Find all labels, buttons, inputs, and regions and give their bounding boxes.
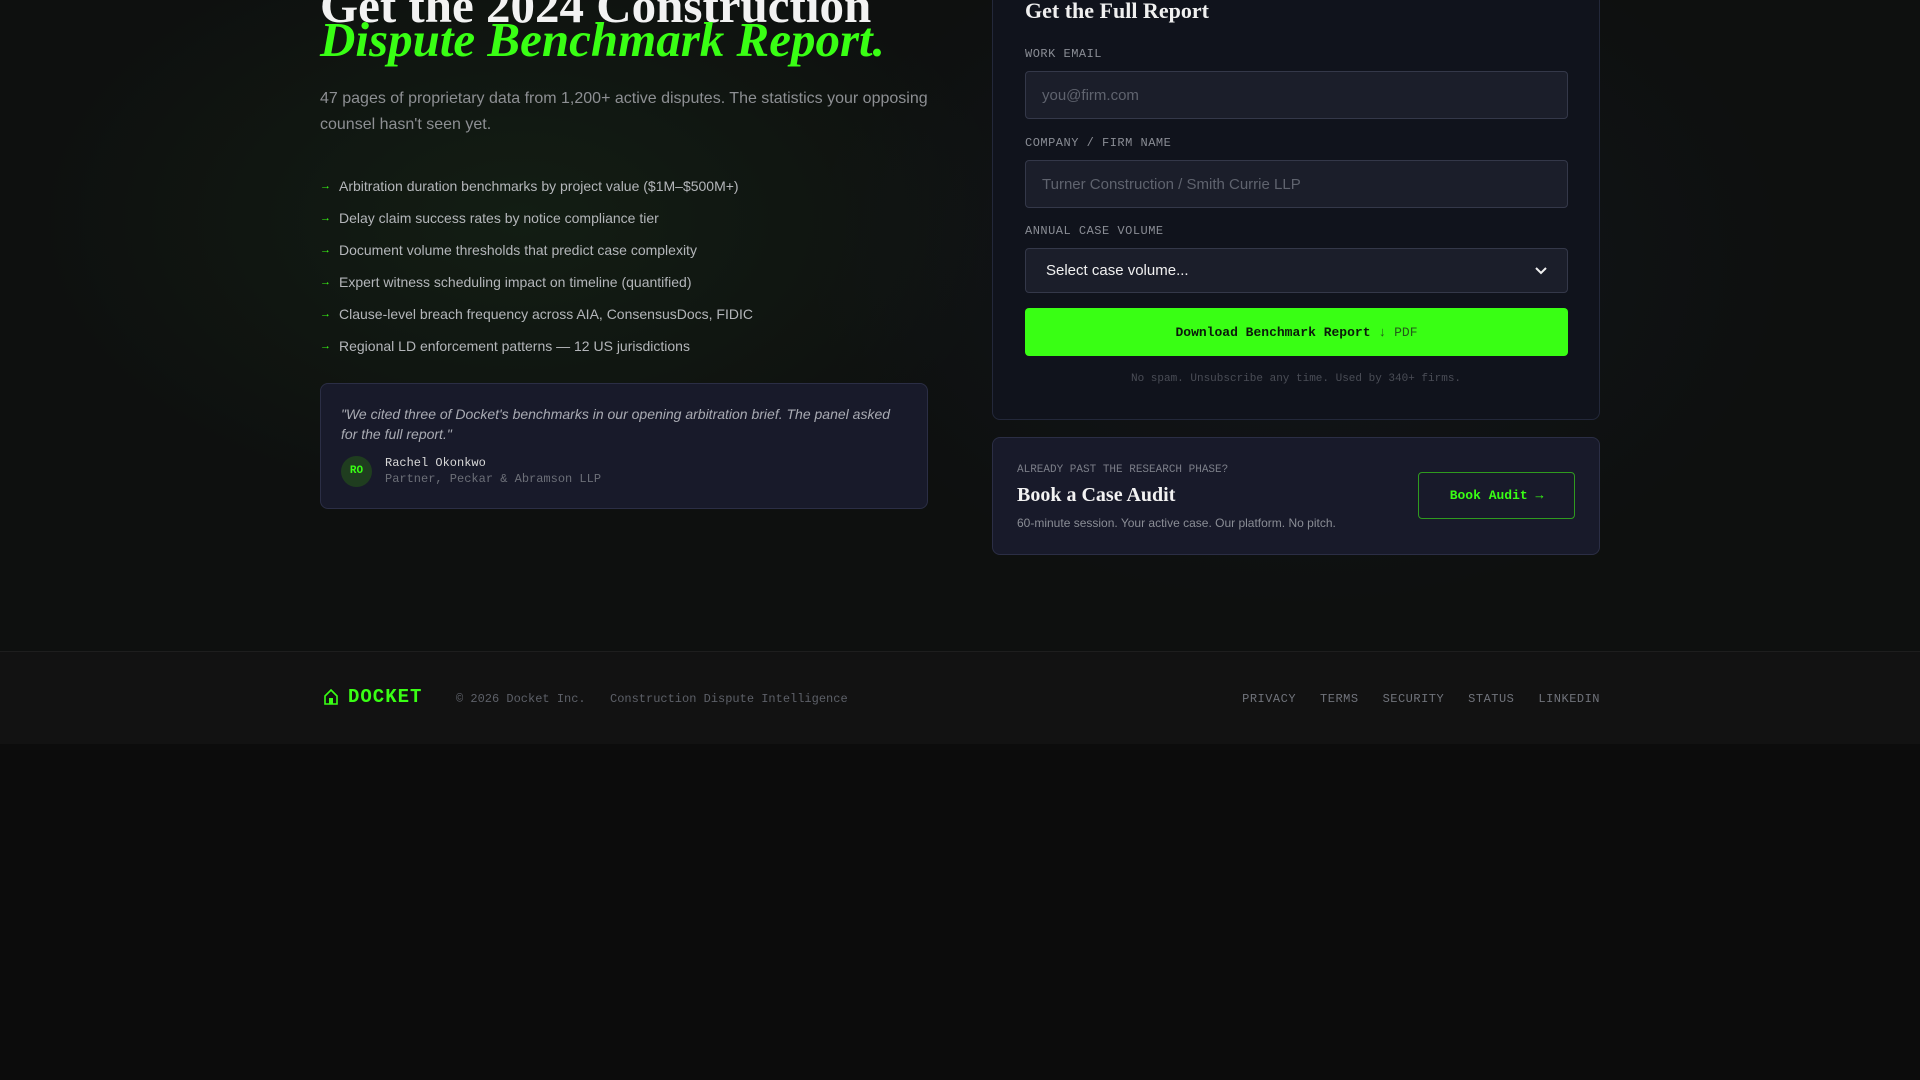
list-item-text: Document volume thresholds that predict … xyxy=(339,242,697,258)
hero-section xyxy=(0,0,1920,651)
brand-name: DOCKET xyxy=(348,686,423,708)
audit-kicker: ALREADY PAST THE RESEARCH PHASE? xyxy=(1017,464,1229,476)
avatar: RO xyxy=(341,455,372,487)
footer: DOCKET © 2026 Docket Inc. Construction D… xyxy=(0,651,1920,744)
list-item-text: Expert witness scheduling impact on time… xyxy=(339,274,692,290)
list-item: → Delay claim success rates by notice com… xyxy=(320,202,753,234)
footer-link-linkedin[interactable]: LINKEDIN xyxy=(1538,692,1600,706)
company-label: COMPANY / FIRM NAME xyxy=(1025,136,1172,150)
arrow-right-icon: → xyxy=(320,276,331,288)
arrow-right-icon: → xyxy=(320,308,331,320)
book-audit-button[interactable]: Book Audit → xyxy=(1418,472,1575,519)
arrow-right-icon: → xyxy=(320,244,331,256)
footer-link-privacy[interactable]: PRIVACY xyxy=(1242,692,1296,706)
hero-description: 47 pages of proprietary data from 1,200+… xyxy=(320,90,928,133)
list-item: → Regional LD enforcement patterns — 12 U… xyxy=(320,330,753,362)
footer-link-terms[interactable]: TERMS xyxy=(1320,692,1359,706)
list-item-text: Clause-level breach frequency across AIA… xyxy=(339,306,753,322)
house-icon xyxy=(324,689,338,705)
list-item: → Expert witness scheduling impact on tim… xyxy=(320,266,753,298)
author-details: Rachel Okonkwo Partner, Peckar & Abramso… xyxy=(385,455,601,487)
footer-logo[interactable]: DOCKET xyxy=(324,686,422,708)
list-item: → Document volume thresholds that predict… xyxy=(320,234,753,266)
audit-subtitle: 60-minute session. Your active case. Our… xyxy=(1017,516,1336,530)
case-volume-select[interactable]: Select case volume... xyxy=(1025,248,1568,293)
footer-link-status[interactable]: STATUS xyxy=(1468,692,1514,706)
arrow-right-icon: → xyxy=(320,212,331,224)
arrow-right-icon: → xyxy=(320,180,331,192)
author-role: Partner, Peckar & Abramson LLP xyxy=(385,472,602,486)
list-item-text: Regional LD enforcement patterns — 12 US… xyxy=(339,338,690,354)
list-item-text: Arbitration duration benchmarks by proje… xyxy=(339,178,739,194)
copyright: © 2026 Docket Inc. xyxy=(456,692,586,706)
list-item-text: Delay claim success rates by notice comp… xyxy=(339,210,659,226)
testimonial-quote: "We cited three of Docket's benchmarks i… xyxy=(341,406,891,442)
case-volume-label: ANNUAL CASE VOLUME xyxy=(1025,224,1164,238)
testimonial-card: "We cited three of Docket's benchmarks i… xyxy=(320,383,928,509)
email-label: WORK EMAIL xyxy=(1025,47,1103,61)
download-pdf-label: ↓ PDF xyxy=(1378,324,1418,340)
testimonial-author: RO Rachel Okonkwo Partner, Peckar & Abra… xyxy=(341,455,601,487)
company-field[interactable] xyxy=(1025,160,1568,208)
page-title-accent: Dispute Benchmark Report. xyxy=(320,12,885,67)
chevron-down-icon xyxy=(1535,266,1547,274)
form-disclaimer: No spam. Unsubscribe any time. Used by 3… xyxy=(1130,373,1462,385)
footer-nav: PRIVACY TERMS SECURITY STATUS LINKEDIN xyxy=(1218,692,1600,706)
list-item: → Arbitration duration benchmarks by proj… xyxy=(320,170,753,202)
download-report-button[interactable]: Download Benchmark Report ↓ PDF xyxy=(1025,308,1568,356)
download-button-label: Download Benchmark Report xyxy=(1175,324,1371,340)
form-title: Get the Full Report xyxy=(1025,0,1209,23)
list-item: → Clause-level breach frequency across AI… xyxy=(320,298,753,330)
case-audit-card: ALREADY PAST THE RESEARCH PHASE? Book a … xyxy=(992,437,1600,555)
email-field[interactable] xyxy=(1025,71,1568,119)
case-volume-selected: Select case volume... xyxy=(1046,262,1189,279)
arrow-right-icon: → xyxy=(320,340,331,352)
report-form-card: Get the Full Report WORK EMAIL COMPANY /… xyxy=(992,0,1600,420)
author-name: Rachel Okonkwo xyxy=(385,456,486,470)
feature-list: → Arbitration duration benchmarks by proj… xyxy=(320,170,753,362)
footer-link-security[interactable]: SECURITY xyxy=(1383,692,1445,706)
footer-tagline: Construction Dispute Intelligence xyxy=(610,692,848,706)
audit-title: Book a Case Audit xyxy=(1017,484,1176,506)
